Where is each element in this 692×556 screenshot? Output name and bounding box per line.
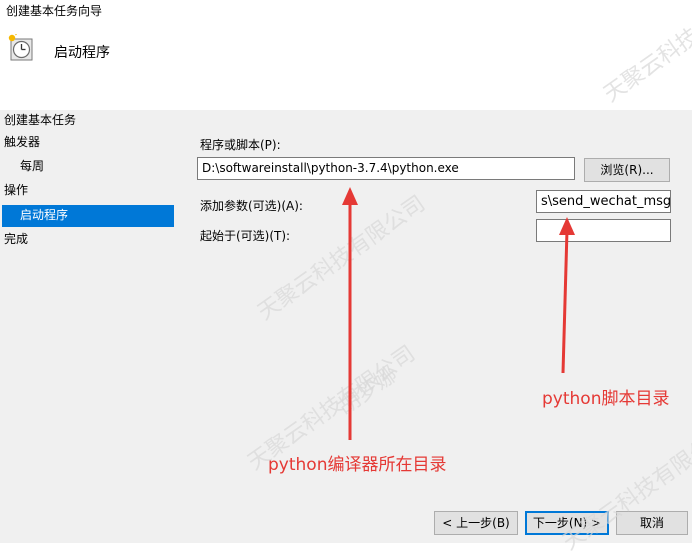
arrow-up-icon — [559, 217, 575, 235]
annotation-interpreter-dir: python编译器所在目录 — [268, 455, 447, 475]
arrow-up-icon — [342, 187, 358, 205]
annotation-script-dir: python脚本目录 — [542, 389, 670, 409]
